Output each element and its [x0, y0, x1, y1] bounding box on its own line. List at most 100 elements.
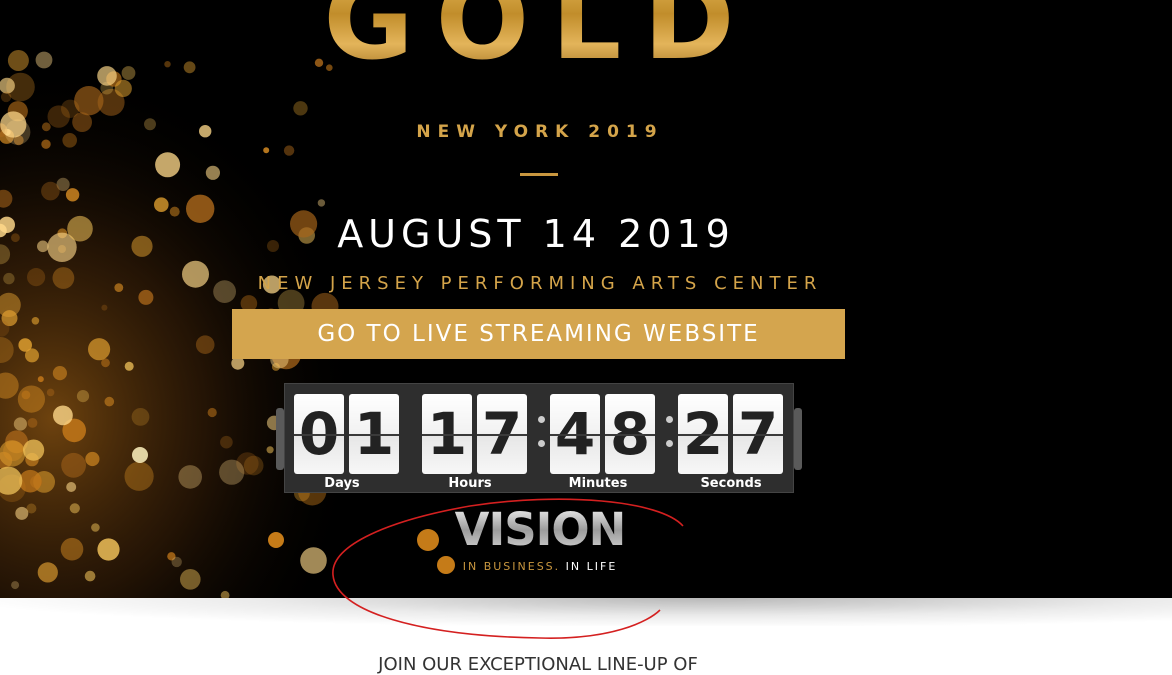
bokeh-dot	[22, 439, 45, 461]
bokeh-dot	[69, 503, 80, 514]
bokeh-dot	[124, 461, 154, 491]
event-title: GOLD	[300, 0, 780, 80]
bokeh-dot	[144, 118, 156, 131]
bokeh-dot	[37, 240, 49, 253]
bokeh-dot	[154, 197, 169, 212]
bokeh-dot	[268, 532, 284, 548]
bokeh-dot	[31, 317, 40, 325]
bokeh-dot	[84, 570, 96, 582]
bokeh-dot	[11, 233, 20, 243]
bokeh-dot	[220, 435, 233, 449]
vision-sponsor-logo[interactable]: VISION	[450, 505, 630, 555]
bokeh-dot	[97, 538, 120, 561]
bokeh-dot	[17, 385, 45, 413]
countdown-timer: 0 1 1 7 4 8 2 7 Days Hours Minutes Secon…	[284, 383, 794, 493]
bokeh-dot	[293, 101, 308, 116]
countdown-right-edge	[794, 408, 802, 470]
countdown-separator	[664, 412, 674, 456]
countdown-hours-digit-2: 7	[477, 394, 527, 474]
bokeh-dot	[132, 447, 148, 463]
bokeh-dot	[186, 194, 215, 223]
bokeh-dot	[65, 188, 80, 202]
bokeh-dot	[266, 446, 274, 454]
hero-banner: GOLD NEW YORK 2019 AUGUST 14 2019 NEW JE…	[0, 0, 1172, 598]
bokeh-dot	[46, 388, 55, 397]
bokeh-dot	[27, 418, 38, 428]
bokeh-dot	[155, 152, 181, 178]
countdown-seconds-digit-1: 2	[678, 394, 728, 474]
bokeh-dot	[417, 529, 439, 551]
countdown-hours-label: Hours	[448, 476, 492, 491]
bokeh-dot	[183, 61, 196, 74]
bokeh-dot	[263, 147, 270, 154]
bokeh-dot	[62, 133, 77, 148]
bokeh-dot	[61, 452, 86, 478]
bokeh-dot	[164, 60, 171, 68]
bokeh-dot	[195, 335, 215, 355]
bokeh-dot	[72, 112, 92, 132]
countdown-left-edge	[276, 408, 284, 470]
bokeh-dot	[76, 390, 90, 403]
event-venue: NEW JERSEY PERFORMING ARTS CENTER	[257, 273, 823, 294]
bokeh-dot	[131, 235, 153, 257]
bokeh-dot	[41, 181, 60, 201]
event-subtitle: NEW YORK 2019	[416, 122, 664, 142]
bokeh-dot	[11, 581, 20, 590]
bokeh-dot	[37, 562, 58, 583]
countdown-hours-digit-1: 1	[422, 394, 472, 474]
tagline-business: IN BUSINESS.	[462, 560, 561, 573]
bokeh-dot	[41, 139, 51, 149]
bokeh-dot	[21, 390, 31, 400]
title-divider	[520, 173, 558, 176]
countdown-minutes-digit-2: 8	[605, 394, 655, 474]
bokeh-dot	[219, 459, 245, 485]
bokeh-dot	[205, 165, 220, 180]
live-streaming-button[interactable]: GO TO LIVE STREAMING WEBSITE	[232, 309, 845, 359]
bokeh-dot	[300, 547, 327, 574]
bokeh-dot	[207, 407, 217, 418]
bokeh-dot	[180, 569, 201, 590]
bokeh-dot	[52, 366, 67, 381]
bokeh-dot	[121, 66, 136, 80]
bokeh-dot	[13, 417, 27, 431]
bokeh-dot	[7, 50, 29, 71]
bokeh-dot	[91, 523, 100, 532]
bokeh-dot	[66, 482, 77, 492]
event-date: AUGUST 14 2019	[337, 212, 735, 256]
bokeh-dot	[169, 206, 180, 217]
bokeh-dot	[199, 125, 212, 138]
bokeh-dot	[53, 405, 73, 426]
bokeh-dot	[85, 451, 100, 467]
bokeh-dot	[317, 199, 326, 207]
countdown-minutes-label: Minutes	[568, 476, 628, 491]
bokeh-dot	[138, 289, 154, 305]
bokeh-dot	[26, 268, 46, 287]
bokeh-dot	[0, 91, 12, 103]
countdown-days-digit-2: 1	[349, 394, 399, 474]
bokeh-dot	[97, 66, 117, 86]
bokeh-dot	[41, 122, 51, 132]
bokeh-dot	[101, 304, 108, 311]
bokeh-dot	[19, 469, 42, 493]
bokeh-dot	[47, 105, 70, 128]
bokeh-dot	[131, 408, 150, 426]
bokeh-dot	[114, 79, 132, 97]
countdown-days-digit-1: 0	[294, 394, 344, 474]
bokeh-dot	[60, 537, 84, 561]
countdown-days-label: Days	[324, 476, 360, 491]
tagline-life: IN LIFE	[565, 560, 618, 573]
bokeh-dot	[171, 556, 182, 568]
lineup-intro-heading: JOIN OUR EXCEPTIONAL LINE-UP OF	[378, 654, 698, 675]
bokeh-dot	[3, 272, 15, 285]
countdown-seconds-label: Seconds	[700, 476, 762, 491]
bokeh-dot	[3, 440, 24, 461]
bokeh-dot	[15, 506, 29, 520]
countdown-separator	[536, 412, 546, 456]
bokeh-dot	[67, 215, 93, 242]
bokeh-dot	[104, 396, 115, 407]
bokeh-dot	[4, 119, 31, 145]
bokeh-dot	[18, 338, 32, 352]
countdown-seconds-digit-2: 7	[733, 394, 783, 474]
bokeh-dot	[35, 51, 53, 69]
bokeh-dot	[114, 283, 124, 292]
